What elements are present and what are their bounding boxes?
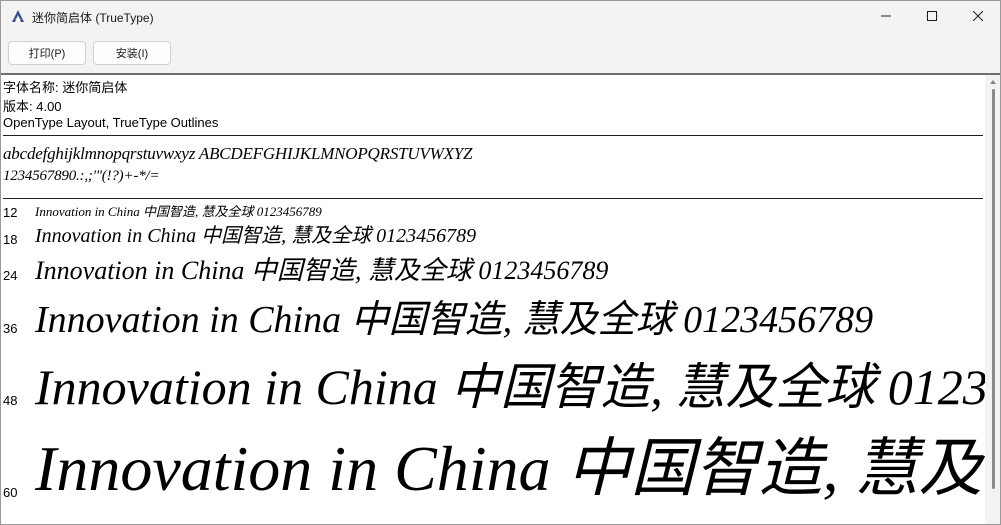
size-label: 12: [3, 205, 18, 220]
size-label: 48: [3, 393, 18, 408]
scroll-up-icon[interactable]: [990, 80, 996, 84]
close-icon: [973, 11, 983, 21]
divider: [3, 135, 983, 136]
font-name-info: 字体名称: 迷你简启体: [3, 80, 128, 95]
maximize-icon: [927, 11, 937, 21]
size-label: 36: [3, 321, 18, 336]
sample-text-48: Innovation in China 中国智造, 慧及全球 012345678…: [35, 359, 985, 415]
title-bar[interactable]: 迷你简启体 (TrueType): [1, 1, 1000, 33]
sample-text-12: Innovation in China 中国智造, 慧及全球 012345678…: [35, 204, 322, 219]
minimize-button[interactable]: [863, 1, 909, 31]
size-label: 18: [3, 232, 18, 247]
sample-text-36: Innovation in China 中国智造, 慧及全球 012345678…: [35, 299, 874, 341]
charset-symbols: 1234567890.:,;'"(!?)+-*/=: [3, 168, 160, 184]
size-label: 60: [3, 485, 18, 500]
close-button[interactable]: [955, 1, 1000, 31]
vertical-scrollbar[interactable]: [986, 75, 1000, 524]
toolbar: 打印(P) 安装(I): [1, 33, 1000, 75]
window-title: 迷你简启体 (TrueType): [32, 11, 154, 25]
divider: [3, 198, 983, 199]
font-preview-area[interactable]: 字体名称: 迷你简启体 版本: 4.00 OpenType Layout, Tr…: [1, 75, 985, 524]
font-viewer-window: 迷你简启体 (TrueType) 打印(P) 安装(I) 字体名称: 迷你简启体…: [0, 0, 1001, 525]
charset-letters: abcdefghijklmnopqrstuvwxyz ABCDEFGHIJKLM…: [3, 144, 473, 163]
sample-text-60: Innovation in China 中国智造, 慧及全球 012345678…: [35, 433, 985, 504]
size-label: 24: [3, 268, 18, 283]
scroll-thumb[interactable]: [992, 89, 995, 489]
maximize-button[interactable]: [909, 1, 955, 31]
print-button[interactable]: 打印(P): [8, 41, 86, 65]
font-app-icon: [11, 9, 25, 23]
minimize-icon: [881, 11, 891, 21]
version-info: 版本: 4.00: [3, 99, 62, 114]
sample-text-18: Innovation in China 中国智造, 慧及全球 012345678…: [35, 225, 477, 247]
outlines-info: OpenType Layout, TrueType Outlines: [3, 115, 219, 130]
sample-text-24: Innovation in China 中国智造, 慧及全球 012345678…: [35, 256, 609, 285]
install-button[interactable]: 安装(I): [93, 41, 171, 65]
